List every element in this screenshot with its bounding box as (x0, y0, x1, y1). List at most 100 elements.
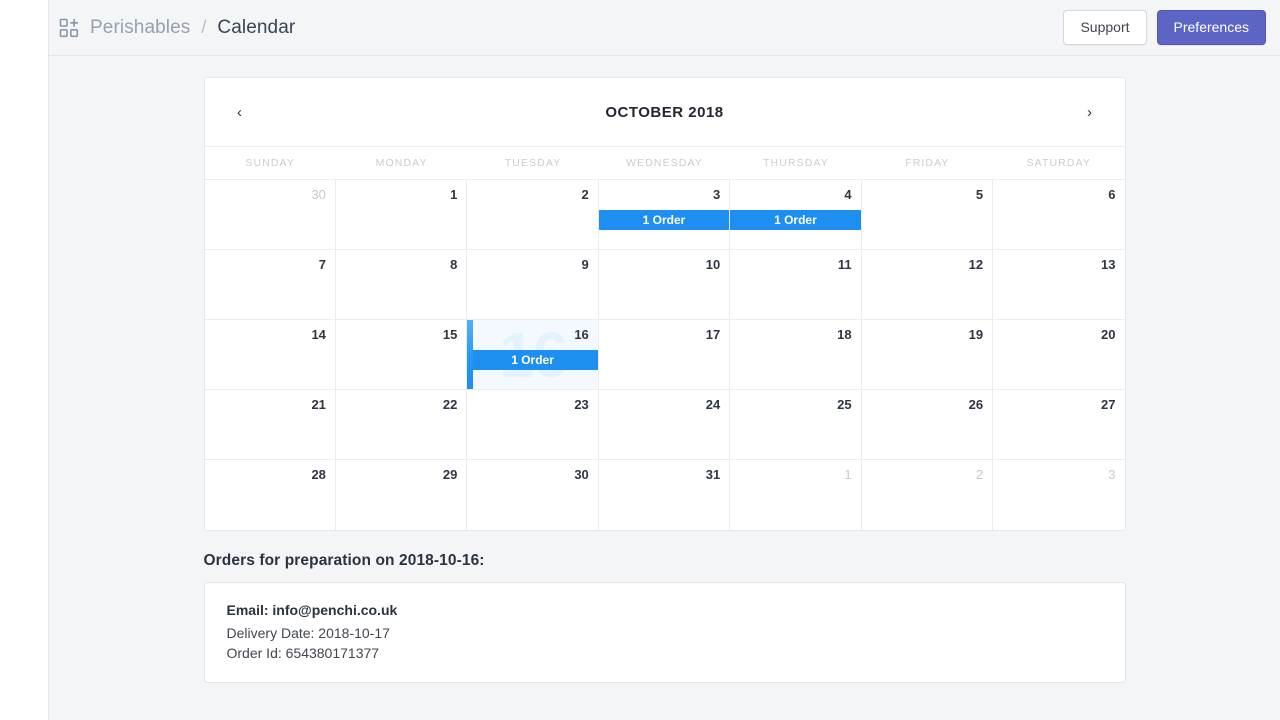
calendar-month-title: OCTOBER 2018 (605, 103, 724, 121)
day-number: 26 (968, 397, 984, 412)
day-number: 3 (1108, 467, 1116, 482)
calendar-day-cell[interactable]: 16161 Order (467, 320, 599, 390)
weekday-header-thursday: THURSDAY (763, 157, 829, 169)
weekday-header-row: SUNDAY MONDAY TUESDAY WEDNESDAY THURSDAY FRID… (204, 147, 1125, 180)
day-number: 4 (844, 187, 852, 202)
calendar-day-cell[interactable]: 9 (467, 250, 599, 320)
order-count-badge[interactable]: 1 Order (730, 210, 861, 230)
calendar-day-cell[interactable]: 1 (335, 180, 468, 250)
calendar-day-cell[interactable]: 21 (204, 390, 336, 460)
day-number: 24 (705, 397, 721, 412)
day-number: 1 (450, 187, 458, 202)
calendar-day-cell[interactable]: 30 (204, 180, 336, 250)
prev-month-icon[interactable]: ‹ (227, 99, 253, 125)
order-count-badge[interactable]: 1 Order (467, 350, 598, 370)
day-number: 21 (311, 397, 326, 412)
day-number: 17 (705, 327, 721, 342)
day-number: 15 (442, 327, 458, 342)
calendar-day-cell[interactable]: 19 (861, 320, 994, 390)
calendar-day-cell[interactable]: 31 (598, 460, 731, 530)
support-button[interactable]: Support (1063, 10, 1147, 45)
calendar-day-cell[interactable]: 2 (467, 180, 599, 250)
calendar-day-cell[interactable]: 26 (861, 390, 994, 460)
day-number: 29 (442, 467, 458, 482)
calendar-day-cell[interactable]: 24 (598, 390, 731, 460)
order-email: Email: info@penchi.co.uk (226, 602, 398, 618)
grid-add-icon[interactable] (59, 18, 79, 38)
orders-panel: Email: info@penchi.co.uk Delivery Date: 2… (203, 582, 1126, 683)
calendar-week-row: 30 1 2 3 1 Order 4 1 Order 5 6 (204, 180, 1125, 250)
day-number: 6 (1108, 187, 1116, 202)
day-number: 3 (712, 187, 721, 202)
calendar-card: ‹ OCTOBER 2018 › SUNDAY MONDAY TUESDAY WEDN… (203, 77, 1126, 531)
orders-title: Orders for preparation on 2018-10-16: (203, 552, 485, 569)
day-number: 14 (311, 327, 326, 342)
breadcrumb-current-page: Calendar (217, 16, 296, 38)
calendar-day-cell[interactable]: 15 (335, 320, 468, 390)
next-month-icon[interactable]: › (1077, 99, 1103, 125)
order-id: Order Id: 654380171377 (226, 645, 380, 661)
calendar-day-cell[interactable]: 25 (730, 390, 862, 460)
day-number: 30 (311, 187, 326, 202)
day-number: 18 (837, 327, 852, 342)
calendar-day-cell[interactable]: 3 (993, 460, 1125, 530)
calendar-week-row: 21 22 23 24 25 26 27 (204, 390, 1125, 460)
calendar-day-cell[interactable]: 18 (730, 320, 862, 390)
top-bar-actions: Support Preferences (1063, 10, 1266, 45)
weekday-header-monday: MONDAY (375, 157, 428, 169)
day-number: 23 (574, 397, 589, 412)
calendar-day-cell[interactable]: 4 1 Order (730, 180, 862, 250)
order-count-badge[interactable]: 1 Order (598, 210, 730, 230)
calendar-day-cell[interactable]: 5 (861, 180, 994, 250)
weekday-header-friday: FRIDAY (905, 157, 950, 169)
day-number: 11 (837, 257, 852, 272)
calendar-day-cell[interactable]: 30 (467, 460, 599, 530)
calendar-day-cell[interactable]: 27 (993, 390, 1125, 460)
calendar-day-cell[interactable]: 1 (730, 460, 862, 530)
calendar-day-cell[interactable]: 8 (335, 250, 468, 320)
day-number: 27 (1101, 397, 1116, 412)
day-number: 2 (975, 467, 984, 482)
app-root: Perishables / Calendar Support Preferenc… (0, 0, 1280, 720)
day-number: 9 (581, 257, 589, 272)
calendar-day-cell[interactable]: 3 1 Order (598, 180, 731, 250)
weekday-header-tuesday: TUESDAY (504, 157, 562, 169)
day-number: 8 (450, 257, 458, 272)
day-number: 16 (574, 327, 589, 342)
day-number: 7 (318, 257, 326, 272)
calendar-day-cell[interactable]: 20 (993, 320, 1125, 390)
calendar-weeks-grid: 30 1 2 3 1 Order 4 1 Order 5 6 7 8 9 10 11 12 13 14 15 16 1… (204, 180, 1125, 530)
calendar-day-cell[interactable]: 29 (335, 460, 468, 530)
breadcrumb-separator: / (201, 17, 207, 37)
calendar-day-cell[interactable]: 28 (204, 460, 336, 530)
breadcrumb-app-name[interactable]: Perishables (90, 17, 190, 39)
weekday-header-sunday: SUNDAY (245, 157, 295, 169)
calendar-day-cell[interactable]: 22 (335, 390, 468, 460)
calendar-day-cell[interactable]: 6 (993, 180, 1125, 250)
content-inner: ‹ OCTOBER 2018 › SUNDAY MONDAY TUESDAY WEDN… (203, 77, 1126, 683)
orders-section: Orders for preparation on 2018-10-16: Em… (203, 552, 1126, 683)
calendar-day-cell[interactable]: 2 (861, 460, 994, 530)
order-delivery-date: Delivery Date: 2018-10-17 (226, 625, 390, 641)
calendar-day-cell[interactable]: 17 (598, 320, 731, 390)
calendar-week-row: 7 8 9 10 11 12 13 (204, 250, 1125, 320)
calendar-day-cell[interactable]: 10 (598, 250, 731, 320)
calendar-day-cell[interactable]: 12 (861, 250, 994, 320)
weekday-header-saturday: SATURDAY (1026, 157, 1091, 169)
calendar-day-cell[interactable]: 7 (204, 250, 336, 320)
day-number: 31 (705, 467, 721, 482)
weekday-header-wednesday: WEDNESDAY (626, 157, 703, 169)
calendar-header: ‹ OCTOBER 2018 › (204, 78, 1125, 147)
day-number: 2 (581, 187, 589, 202)
day-number: 13 (1101, 257, 1116, 272)
calendar-day-cell[interactable]: 11 (730, 250, 862, 320)
calendar-day-cell[interactable]: 23 (467, 390, 599, 460)
calendar-week-row: 28 29 30 31 1 2 3 (204, 460, 1125, 530)
day-number: 25 (837, 397, 852, 412)
preferences-button[interactable]: Preferences (1156, 10, 1266, 45)
calendar-day-cell[interactable]: 14 (204, 320, 336, 390)
calendar-day-cell[interactable]: 13 (993, 250, 1125, 320)
day-number: 10 (705, 257, 721, 272)
day-number: 12 (968, 257, 984, 272)
top-bar: Perishables / Calendar Support Preferenc… (49, 0, 1280, 56)
